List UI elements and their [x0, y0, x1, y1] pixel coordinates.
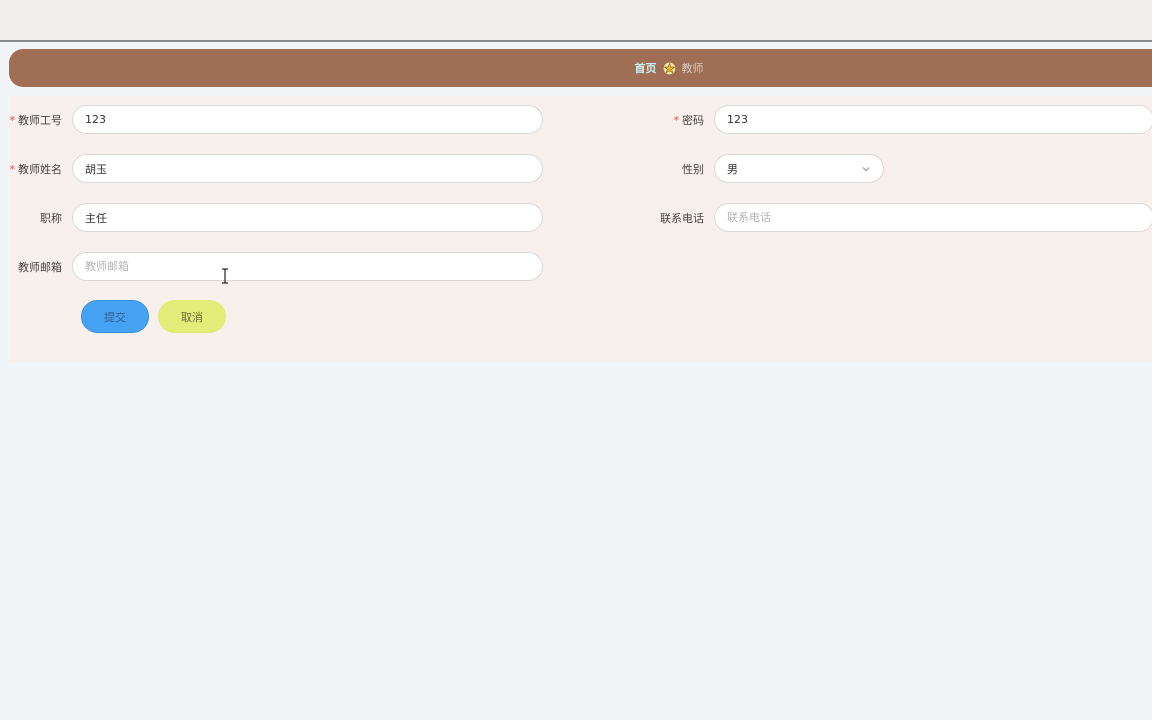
text-cursor-icon	[222, 268, 228, 284]
teacher-name-row: * 教师姓名	[0, 154, 543, 183]
teacher-id-input[interactable]	[72, 105, 543, 134]
teacher-name-input[interactable]	[72, 154, 543, 183]
breadcrumb-home-link[interactable]: 首页	[635, 60, 657, 76]
password-input[interactable]	[714, 105, 1152, 134]
top-header-bar	[0, 0, 1152, 42]
teacher-id-label: * 教师工号	[0, 112, 72, 128]
title-input[interactable]	[72, 203, 543, 232]
gender-selected-value: 男	[727, 162, 738, 176]
email-row: 教师邮箱	[0, 252, 543, 281]
breadcrumb: 首页 教师	[9, 49, 1152, 87]
gender-row: 性别 男	[642, 154, 884, 183]
password-row: * 密码	[642, 105, 1152, 134]
required-mark: *	[673, 113, 680, 127]
title-row: 职称	[0, 203, 543, 232]
gender-select[interactable]: 男	[714, 154, 884, 183]
chevron-down-icon	[862, 166, 870, 171]
teacher-name-label: * 教师姓名	[0, 161, 72, 177]
required-mark: *	[9, 162, 16, 176]
title-label: 职称	[40, 211, 62, 225]
phone-row: 联系电话	[642, 203, 1152, 232]
teacher-id-row: * 教师工号	[0, 105, 543, 134]
password-label-text: 密码	[682, 113, 704, 127]
gender-label: 性别	[682, 162, 704, 176]
cancel-button[interactable]: 取消	[158, 300, 226, 333]
submit-button[interactable]: 提交	[81, 300, 149, 333]
star-icon	[663, 62, 675, 74]
required-mark: *	[9, 113, 16, 127]
teacher-name-label-text: 教师姓名	[18, 162, 62, 176]
password-label: * 密码	[642, 112, 714, 128]
phone-label: 联系电话	[660, 211, 704, 225]
email-label: 教师邮箱	[18, 260, 62, 274]
breadcrumb-current: 教师	[681, 62, 704, 75]
teacher-id-label-text: 教师工号	[18, 113, 62, 127]
phone-input[interactable]	[714, 203, 1152, 232]
email-input[interactable]	[72, 252, 543, 281]
